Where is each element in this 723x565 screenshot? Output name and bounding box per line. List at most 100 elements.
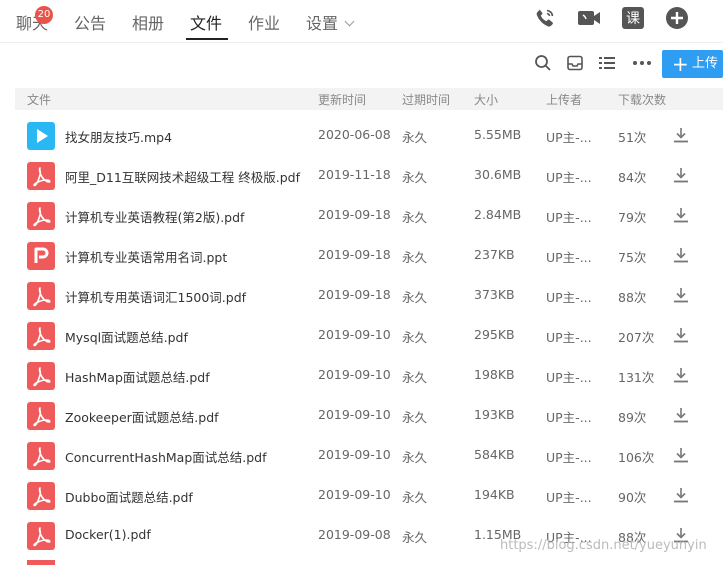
file-uploader: UP主-... [546, 330, 592, 345]
download-icon[interactable] [672, 206, 690, 228]
pdf-file-icon [27, 482, 55, 510]
file-name[interactable]: Dubbo面试题总结.pdf [65, 487, 193, 506]
download-count: 106次 [618, 450, 655, 465]
file-uploader: UP主-... [546, 170, 592, 185]
table-row[interactable]: ConcurrentHashMap面试总结.pdf 2019-09-10 永久 584… [15, 436, 723, 476]
file-updated-date: 2019-09-10 [318, 327, 391, 342]
pdf-file-icon [27, 362, 55, 390]
file-name[interactable]: ConcurrentHashMap面试总结.pdf [65, 447, 267, 466]
inbox-icon[interactable] [566, 54, 584, 76]
file-name[interactable]: 计算机专业英语常用名词.ppt [65, 247, 227, 266]
file-expiry: 永久 [402, 290, 428, 305]
tab-announcements[interactable]: 公告 [74, 10, 106, 34]
tab-settings-label: 设置 [306, 14, 339, 33]
download-count: 84次 [618, 170, 647, 185]
table-row[interactable]: HashMap面试题总结.pdf 2019-09-10 永久 198KB UP主-...… [15, 356, 723, 396]
course-icon[interactable]: 课 [622, 7, 644, 33]
file-uploader: UP主-... [546, 370, 592, 385]
download-icon[interactable] [672, 126, 690, 148]
file-name[interactable]: HashMap面试题总结.pdf [65, 367, 210, 386]
file-uploader: UP主-... [546, 490, 592, 505]
file-name[interactable]: Mysql面试题总结.pdf [65, 327, 188, 346]
file-size: 295KB [474, 327, 515, 342]
table-row[interactable]: Dubbo面试题总结.pdf 2019-09-10 永久 194KB UP主-... 90… [15, 476, 723, 516]
table-row[interactable]: 找女朋友技巧.mp4 2020-06-08 永久 5.55MB UP主-... 51次 [15, 116, 723, 156]
tab-album[interactable]: 相册 [132, 10, 164, 34]
column-header-file[interactable]: 文件 [27, 91, 51, 108]
column-header-updated[interactable]: 更新时间 [318, 91, 366, 108]
partial-file-icon [27, 560, 55, 565]
download-icon[interactable] [672, 286, 690, 308]
plus-icon: + [672, 52, 689, 76]
download-count: 51次 [618, 130, 647, 145]
file-uploader: UP主-... [546, 250, 592, 265]
column-header-uploader[interactable]: 上传者 [546, 91, 582, 108]
download-count: 89次 [618, 410, 647, 425]
pdf-file-icon [27, 442, 55, 470]
file-updated-date: 2019-11-18 [318, 167, 391, 182]
file-name[interactable]: 计算机专用英语词汇1500词.pdf [65, 287, 246, 306]
file-size: 30.6MB [474, 167, 522, 182]
pdf-file-icon [27, 322, 55, 350]
unread-badge: 20 [35, 6, 53, 24]
add-circle-icon[interactable] [665, 6, 689, 34]
list-view-icon[interactable] [598, 54, 616, 76]
file-uploader: UP主-... [546, 290, 592, 305]
download-count: 75次 [618, 250, 647, 265]
tab-files[interactable]: 文件 [190, 10, 222, 34]
download-icon[interactable] [672, 406, 690, 428]
file-name[interactable]: 计算机专业英语教程(第2版).pdf [65, 207, 244, 226]
download-count: 79次 [618, 210, 647, 225]
file-expiry: 永久 [402, 370, 428, 385]
table-header: 文件 更新时间 过期时间 大小 上传者 下载次数 [15, 88, 723, 110]
download-icon[interactable] [672, 446, 690, 468]
file-size: 198KB [474, 367, 515, 382]
upload-button[interactable]: + 上传 [662, 50, 723, 78]
download-icon[interactable] [672, 366, 690, 388]
search-icon[interactable] [534, 54, 552, 76]
file-name[interactable]: 找女朋友技巧.mp4 [65, 127, 172, 146]
file-uploader: UP主-... [546, 450, 592, 465]
download-icon[interactable] [672, 166, 690, 188]
file-size: 584KB [474, 447, 515, 462]
table-row[interactable]: 计算机专用英语词汇1500词.pdf 2019-09-18 永久 373KB UP主-.… [15, 276, 723, 316]
file-updated-date: 2019-09-18 [318, 287, 391, 302]
download-count: 88次 [618, 290, 647, 305]
download-icon[interactable] [672, 326, 690, 348]
watermark: https://blog.csdn.net/yueyunyin [500, 538, 707, 553]
file-size: 194KB [474, 487, 515, 502]
file-updated-date: 2019-09-10 [318, 407, 391, 422]
pdf-file-icon [27, 402, 55, 430]
column-header-downloads[interactable]: 下载次数 [618, 91, 666, 108]
column-header-size[interactable]: 大小 [474, 91, 498, 108]
more-icon[interactable] [632, 54, 652, 76]
file-uploader: UP主-... [546, 410, 592, 425]
table-row[interactable]: 计算机专业英语常用名词.ppt 2019-09-18 永久 237KB UP主-... 7… [15, 236, 723, 276]
file-name[interactable]: Zookeeper面试题总结.pdf [65, 407, 219, 426]
table-row[interactable]: 阿里_D11互联网技术超级工程 终极版.pdf 2019-11-18 永久 30.6M… [15, 156, 723, 196]
table-row[interactable]: Mysql面试题总结.pdf 2019-09-10 永久 295KB UP主-... 20… [15, 316, 723, 356]
file-size: 2.84MB [474, 207, 522, 222]
file-updated-date: 2019-09-08 [318, 527, 391, 542]
top-nav: 聊天 20 公告 相册 文件 作业 设置 课 [0, 0, 723, 43]
pdf-file-icon [27, 202, 55, 230]
tab-homework[interactable]: 作业 [248, 10, 280, 34]
file-expiry: 永久 [402, 330, 428, 345]
download-count: 90次 [618, 490, 647, 505]
file-updated-date: 2019-09-10 [318, 487, 391, 502]
download-icon[interactable] [672, 486, 690, 508]
file-name[interactable]: Docker(1).pdf [65, 527, 151, 542]
table-row[interactable]: 计算机专业英语教程(第2版).pdf 2019-09-18 永久 2.84MB UP主-… [15, 196, 723, 236]
file-name[interactable]: 阿里_D11互联网技术超级工程 终极版.pdf [65, 167, 300, 186]
video-call-icon[interactable] [576, 6, 602, 34]
table-row[interactable]: Zookeeper面试题总结.pdf 2019-09-10 永久 193KB UP主-.… [15, 396, 723, 436]
pdf-file-icon [27, 162, 55, 190]
download-icon[interactable] [672, 246, 690, 268]
download-count: 207次 [618, 330, 655, 345]
phone-icon[interactable] [533, 6, 557, 34]
tab-settings[interactable]: 设置 [306, 10, 355, 34]
file-expiry: 永久 [402, 210, 428, 225]
file-expiry: 永久 [402, 530, 428, 545]
file-updated-date: 2019-09-18 [318, 247, 391, 262]
column-header-expires[interactable]: 过期时间 [402, 91, 450, 108]
